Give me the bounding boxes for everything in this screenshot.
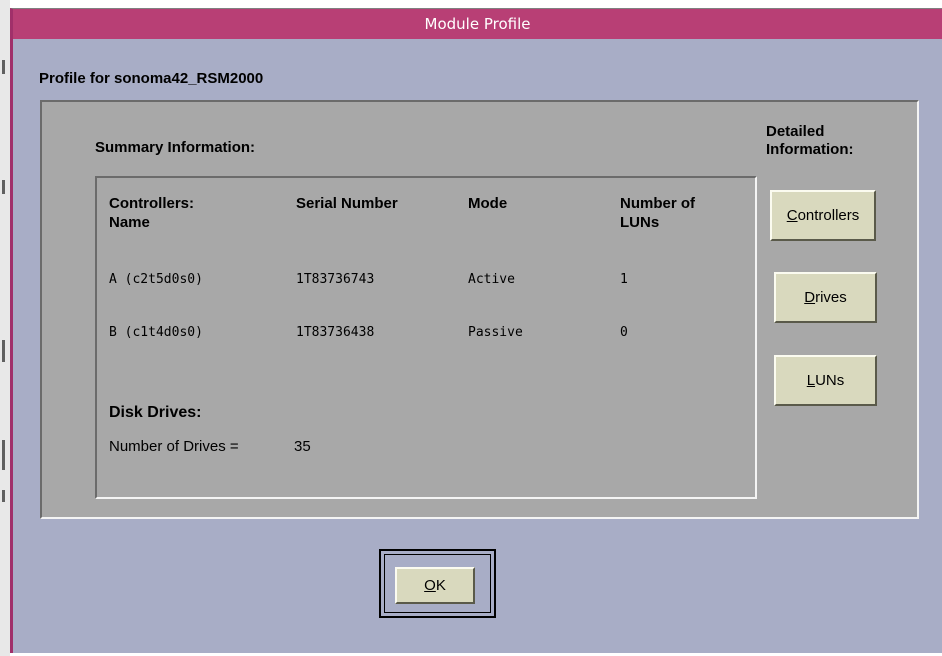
background-window-edge	[0, 0, 10, 656]
controller-mode: Passive	[468, 325, 523, 340]
background-glyph	[2, 60, 5, 74]
luns-button-mnemonic: L	[806, 372, 816, 389]
number-of-drives-value: 35	[294, 438, 311, 455]
lun-count: 1	[620, 272, 628, 287]
controllers-button[interactable]: Controllers	[770, 190, 876, 241]
module-profile-dialog: Module Profile Profile for sonoma42_RSM2…	[10, 8, 942, 653]
background-glyph	[2, 180, 5, 194]
controllers-button-label: ontrollers	[797, 207, 860, 224]
header-number-of-luns: Number of LUNs	[620, 195, 695, 231]
ok-button-label: K	[435, 577, 446, 594]
luns-button[interactable]: LUNs	[774, 355, 877, 406]
drives-button-mnemonic: D	[804, 289, 816, 306]
controllers-button-mnemonic: C	[786, 207, 798, 224]
ok-button[interactable]: OK	[395, 567, 475, 604]
ok-button-focus-ring: OK	[384, 554, 491, 613]
controllers-frame: Controllers: Name Serial Number Mode Num…	[95, 176, 757, 499]
background-glyph	[2, 340, 5, 362]
window-title[interactable]: Module Profile	[13, 9, 942, 39]
ok-button-mnemonic: O	[424, 577, 436, 594]
serial-number: 1T83736438	[296, 325, 375, 340]
detailed-info-title: Detailed Information:	[766, 123, 854, 158]
disk-drives-title: Disk Drives:	[109, 404, 202, 421]
profile-label: Profile for sonoma42_RSM2000	[39, 70, 264, 87]
drives-button-label: rives	[815, 289, 847, 306]
background-glyph	[2, 440, 5, 470]
controller-mode: Active	[468, 272, 515, 287]
header-serial-number: Serial Number	[296, 195, 398, 212]
lun-count: 0	[620, 325, 628, 340]
ok-button-default-frame: OK	[379, 549, 496, 618]
controller-name: A (c2t5d0s0)	[109, 272, 203, 287]
serial-number: 1T83736743	[296, 272, 375, 287]
luns-button-label: UNs	[815, 372, 845, 389]
drives-button[interactable]: Drives	[774, 272, 877, 323]
summary-title: Summary Information:	[95, 139, 256, 156]
background-glyph	[2, 490, 5, 502]
summary-panel: Summary Information: Detailed Informatio…	[40, 100, 919, 519]
header-mode: Mode	[468, 195, 508, 212]
controller-name: B (c1t4d0s0)	[109, 325, 203, 340]
header-controller-name: Controllers: Name	[109, 195, 195, 231]
number-of-drives-label: Number of Drives =	[109, 438, 239, 455]
